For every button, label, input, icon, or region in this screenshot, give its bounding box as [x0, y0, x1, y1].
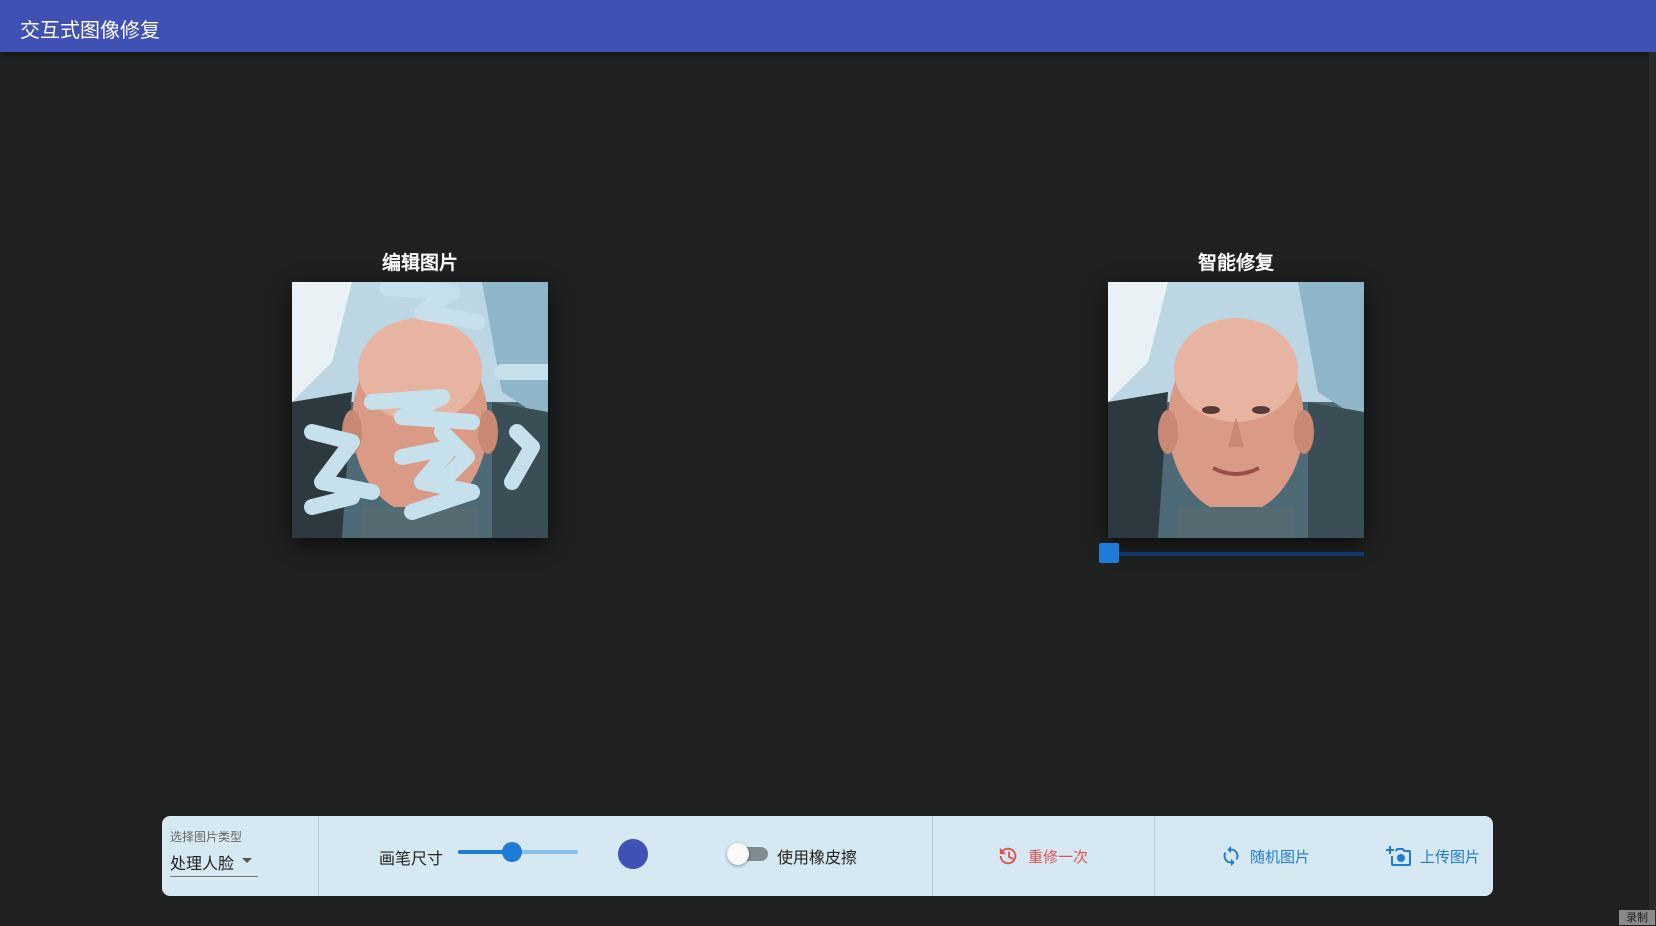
refresh-icon	[1223, 845, 1239, 867]
edit-canvas[interactable]	[292, 282, 548, 538]
repair-panel-title: 智能修复	[1197, 252, 1274, 274]
record-button[interactable]: 录制	[1619, 910, 1655, 925]
toolbar: 选择图片类型 处理人脸 画笔尺寸 使用橡皮擦 重修一次 随机图片 上传图片	[162, 816, 1493, 896]
select-underline	[170, 876, 258, 877]
caret-down-icon[interactable]	[242, 858, 252, 863]
redo-button[interactable]: 重修一次	[998, 836, 1088, 876]
add-photo-icon	[1386, 846, 1411, 866]
history-icon	[999, 847, 1017, 865]
divider	[1154, 816, 1155, 896]
app-title: 交互式图像修复	[20, 18, 160, 42]
repaired-image	[1108, 282, 1364, 538]
divider	[932, 816, 933, 896]
eraser-label: 使用橡皮擦	[777, 848, 858, 867]
image-type-value[interactable]: 处理人脸	[170, 850, 234, 874]
app-bar: 交互式图像修复	[0, 0, 1656, 52]
brush-color-swatch[interactable]	[618, 839, 648, 869]
upload-image-label: 上传图片	[1420, 847, 1481, 866]
brush-size-label: 画笔尺寸	[379, 849, 444, 868]
redo-label: 重修一次	[1028, 847, 1089, 866]
image-type-label: 选择图片类型	[170, 830, 243, 844]
eraser-switch-thumb[interactable]	[727, 843, 749, 865]
upload-image-button[interactable]: 上传图片	[1386, 836, 1480, 876]
brush-size-thumb[interactable]	[502, 842, 522, 862]
compare-slider-handle[interactable]	[1099, 543, 1119, 563]
random-image-button[interactable]: 随机图片	[1220, 836, 1310, 876]
compare-slider-track[interactable]	[1109, 552, 1364, 556]
random-image-label: 随机图片	[1250, 847, 1311, 866]
edit-panel-title: 编辑图片	[381, 252, 458, 274]
scrollbar[interactable]	[1649, 52, 1656, 925]
divider	[318, 816, 319, 896]
